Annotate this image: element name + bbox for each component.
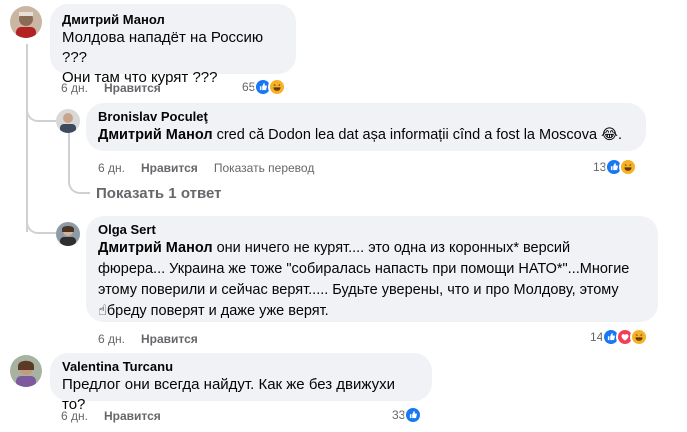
haha-reaction-icon bbox=[630, 328, 649, 346]
comment-text-line: фюрера... Украина же тоже "собиралась на… bbox=[98, 261, 630, 277]
thread-connector-reply-2 bbox=[26, 210, 56, 234]
thread-connector-reply-1 bbox=[26, 96, 56, 122]
avatar[interactable] bbox=[10, 6, 42, 38]
thread-line-main bbox=[26, 44, 28, 232]
comment-actions: 6 дн. Нравится bbox=[61, 81, 177, 95]
mention-link[interactable]: Дмитрий Манол bbox=[98, 240, 213, 256]
comment-timestamp[interactable]: 6 дн. bbox=[61, 409, 88, 423]
mention-link[interactable]: Дмитрий Манол bbox=[98, 127, 213, 143]
comment-text-line: Молдова нападёт на Россию ??? bbox=[62, 29, 264, 66]
reaction-summary[interactable]: 13 bbox=[593, 158, 638, 176]
reaction-summary[interactable]: 14 bbox=[590, 328, 649, 346]
comment-timestamp[interactable]: 6 дн. bbox=[98, 332, 125, 346]
comment-author[interactable]: Дмитрий Манол bbox=[62, 12, 284, 28]
avatar[interactable] bbox=[10, 355, 42, 387]
comment-author[interactable]: Bronislav Poculeţ bbox=[98, 109, 634, 125]
comment-actions: 6 дн. Нравится bbox=[61, 409, 177, 423]
comment-actions: 6 дн. Нравится bbox=[98, 332, 214, 346]
show-translation-button[interactable]: Показать перевод bbox=[214, 161, 315, 175]
reaction-count: 33 bbox=[392, 408, 406, 422]
reaction-count: 13 bbox=[593, 160, 607, 174]
comment-text: Дмитрий Манол cred că Dodon lea dat așa … bbox=[98, 125, 634, 146]
comment-timestamp[interactable]: 6 дн. bbox=[61, 81, 88, 95]
avatar[interactable] bbox=[56, 109, 80, 133]
like-button[interactable]: Нравится bbox=[141, 161, 198, 175]
comment-text-line: ☝бреду поверят и даже уже верят. bbox=[98, 303, 329, 319]
reaction-count: 65 bbox=[242, 80, 256, 94]
comment-actions: 6 дн. Нравится Показать перевод bbox=[98, 161, 330, 175]
comment-author[interactable]: Valentina Turcanu bbox=[62, 359, 420, 375]
comment-text-line: этому поверили и сейчас верят..... Будьт… bbox=[98, 282, 619, 298]
like-button[interactable]: Нравится bbox=[141, 332, 198, 346]
show-replies-link[interactable]: Показать 1 ответ bbox=[96, 185, 221, 202]
like-button[interactable]: Нравится bbox=[104, 81, 161, 95]
comment-timestamp[interactable]: 6 дн. bbox=[98, 161, 125, 175]
reaction-count: 14 bbox=[590, 330, 604, 344]
thread-connector-show-replies bbox=[68, 172, 90, 194]
comment-text-line: Дмитрий Манол они ничего не курят.... эт… bbox=[98, 238, 646, 259]
avatar[interactable] bbox=[56, 222, 80, 246]
like-reaction-icon bbox=[404, 406, 423, 424]
haha-reaction-icon bbox=[268, 78, 287, 96]
comment-body: они ничего не курят.... это одна из коро… bbox=[212, 240, 571, 256]
comment-bubble: Дмитрий Манол Молдова нападёт на Россию … bbox=[50, 4, 296, 86]
comment-body: cred că Dodon lea dat așa informații cîn… bbox=[212, 127, 623, 143]
comment-author[interactable]: Olga Sert bbox=[98, 222, 646, 238]
like-button[interactable]: Нравится bbox=[104, 409, 161, 423]
comment-bubble: Olga Sert Дмитрий Манол они ничего не ку… bbox=[86, 216, 658, 322]
reaction-summary[interactable]: 33 bbox=[392, 406, 423, 424]
reaction-summary[interactable]: 65 bbox=[242, 78, 287, 96]
comment-bubble: Valentina Turcanu Предлог они всегда най… bbox=[50, 353, 432, 413]
comment-bubble: Bronislav Poculeţ Дмитрий Манол cred că … bbox=[86, 103, 646, 151]
haha-reaction-icon bbox=[619, 158, 638, 176]
